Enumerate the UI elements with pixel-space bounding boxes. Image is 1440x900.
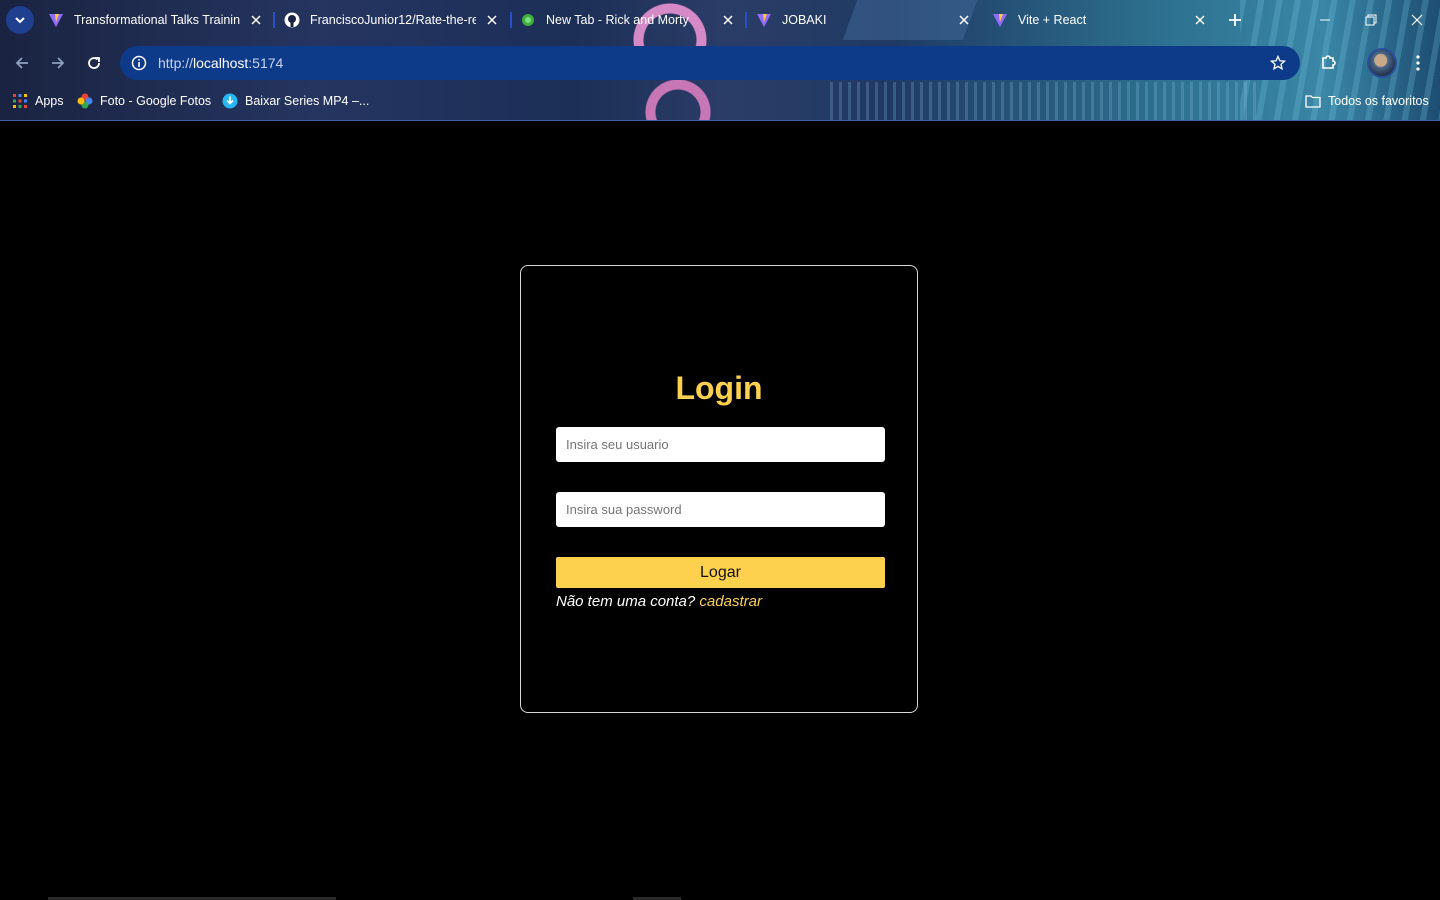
bookmark-google-photos[interactable]: Foto - Google Fotos bbox=[77, 90, 211, 112]
plus-icon bbox=[1229, 14, 1241, 26]
url-port: :5174 bbox=[248, 55, 284, 71]
tab-title: Transformational Talks Training bbox=[74, 13, 240, 27]
close-icon[interactable] bbox=[248, 12, 264, 28]
password-input[interactable] bbox=[556, 492, 885, 527]
tab-title: Vite + React bbox=[1018, 13, 1087, 27]
tab-vite-react[interactable]: Vite + React bbox=[992, 6, 1208, 34]
all-bookmarks-folder[interactable]: Todos os favoritos bbox=[1305, 90, 1429, 112]
tab-rick-and-morty[interactable]: New Tab - Rick and Morty bbox=[520, 6, 736, 34]
bookmark-label: Todos os favoritos bbox=[1328, 94, 1429, 108]
arrow-right-icon bbox=[52, 57, 65, 69]
tab-separator bbox=[745, 12, 747, 28]
url-text: http://localhost:5174 bbox=[158, 55, 283, 71]
browser-toolbar: http://localhost:5174 bbox=[0, 44, 1440, 82]
minimize-icon bbox=[1320, 19, 1330, 21]
browser-menu-button[interactable] bbox=[1406, 48, 1430, 78]
reload-button[interactable] bbox=[78, 47, 110, 79]
kebab-menu-icon bbox=[1416, 55, 1420, 71]
close-icon[interactable] bbox=[484, 12, 500, 28]
address-bar[interactable]: http://localhost:5174 bbox=[120, 46, 1300, 80]
tab-title: New Tab - Rick and Morty bbox=[546, 13, 689, 27]
signup-link[interactable]: cadastrar bbox=[699, 593, 762, 610]
bookmark-label: Foto - Google Fotos bbox=[100, 94, 212, 108]
bookmark-baixar-series[interactable]: Baixar Series MP4 –... bbox=[222, 90, 369, 112]
close-icon[interactable] bbox=[956, 12, 972, 28]
window-close-button[interactable] bbox=[1397, 6, 1437, 34]
minimize-button[interactable] bbox=[1305, 6, 1345, 34]
vite-icon bbox=[756, 12, 772, 28]
close-icon[interactable] bbox=[1192, 12, 1208, 28]
vite-icon bbox=[48, 12, 64, 28]
tab-search-button[interactable] bbox=[6, 6, 34, 34]
tab-title: FranciscoJunior12/Rate-the-res bbox=[310, 13, 476, 27]
login-card: Login Logar Não tem uma conta? cadastrar bbox=[520, 265, 918, 713]
chrome-divider bbox=[0, 120, 1440, 121]
close-icon[interactable] bbox=[720, 12, 736, 28]
puzzle-icon bbox=[1322, 55, 1336, 69]
arrow-left-icon bbox=[15, 57, 28, 69]
forward-button[interactable] bbox=[42, 47, 74, 79]
tab-strip: Transformational Talks Training Francisc… bbox=[0, 0, 1440, 40]
chevron-down-icon bbox=[15, 17, 25, 24]
tab-title: JOBAKI bbox=[782, 13, 827, 27]
signup-prompt: Não tem uma conta? cadastrar bbox=[556, 593, 762, 610]
login-button[interactable]: Logar bbox=[556, 557, 885, 588]
back-button[interactable] bbox=[6, 47, 38, 79]
new-tab-button[interactable] bbox=[1221, 6, 1249, 34]
tab-separator bbox=[510, 12, 512, 28]
browser-chrome: Transformational Talks Training Francisc… bbox=[0, 0, 1440, 120]
green-circle-icon bbox=[520, 12, 536, 28]
site-info-icon[interactable] bbox=[122, 46, 156, 80]
bookmark-label: Baixar Series MP4 –... bbox=[245, 94, 370, 108]
download-icon bbox=[222, 93, 238, 109]
tab-transformational-talks[interactable]: Transformational Talks Training bbox=[48, 6, 264, 34]
url-host: localhost bbox=[193, 55, 249, 71]
tab-jobaki[interactable]: JOBAKI bbox=[756, 6, 972, 34]
google-photos-icon bbox=[77, 93, 93, 109]
tab-github-repo[interactable]: FranciscoJunior12/Rate-the-res bbox=[284, 6, 500, 34]
bookmark-apps[interactable]: Apps bbox=[12, 90, 64, 112]
vite-icon bbox=[992, 12, 1008, 28]
bookmarks-bar: Apps Foto - Google Fotos Baixar Series M… bbox=[0, 86, 1440, 114]
username-input[interactable] bbox=[556, 427, 885, 462]
github-icon bbox=[284, 12, 300, 28]
profile-avatar[interactable] bbox=[1367, 48, 1397, 78]
apps-grid-icon bbox=[12, 93, 28, 109]
tab-separator bbox=[273, 12, 275, 28]
close-icon bbox=[1411, 14, 1423, 26]
reload-icon bbox=[88, 57, 100, 69]
folder-icon bbox=[1305, 93, 1321, 109]
url-scheme: http:// bbox=[158, 55, 194, 71]
login-title: Login bbox=[675, 370, 763, 406]
restore-icon bbox=[1365, 14, 1377, 26]
bookmark-label: Apps bbox=[35, 94, 64, 108]
extensions-button[interactable] bbox=[1314, 46, 1344, 78]
bookmark-star-icon[interactable] bbox=[1268, 53, 1288, 73]
signup-prompt-text: Não tem uma conta? bbox=[556, 593, 696, 610]
restore-button[interactable] bbox=[1351, 6, 1391, 34]
